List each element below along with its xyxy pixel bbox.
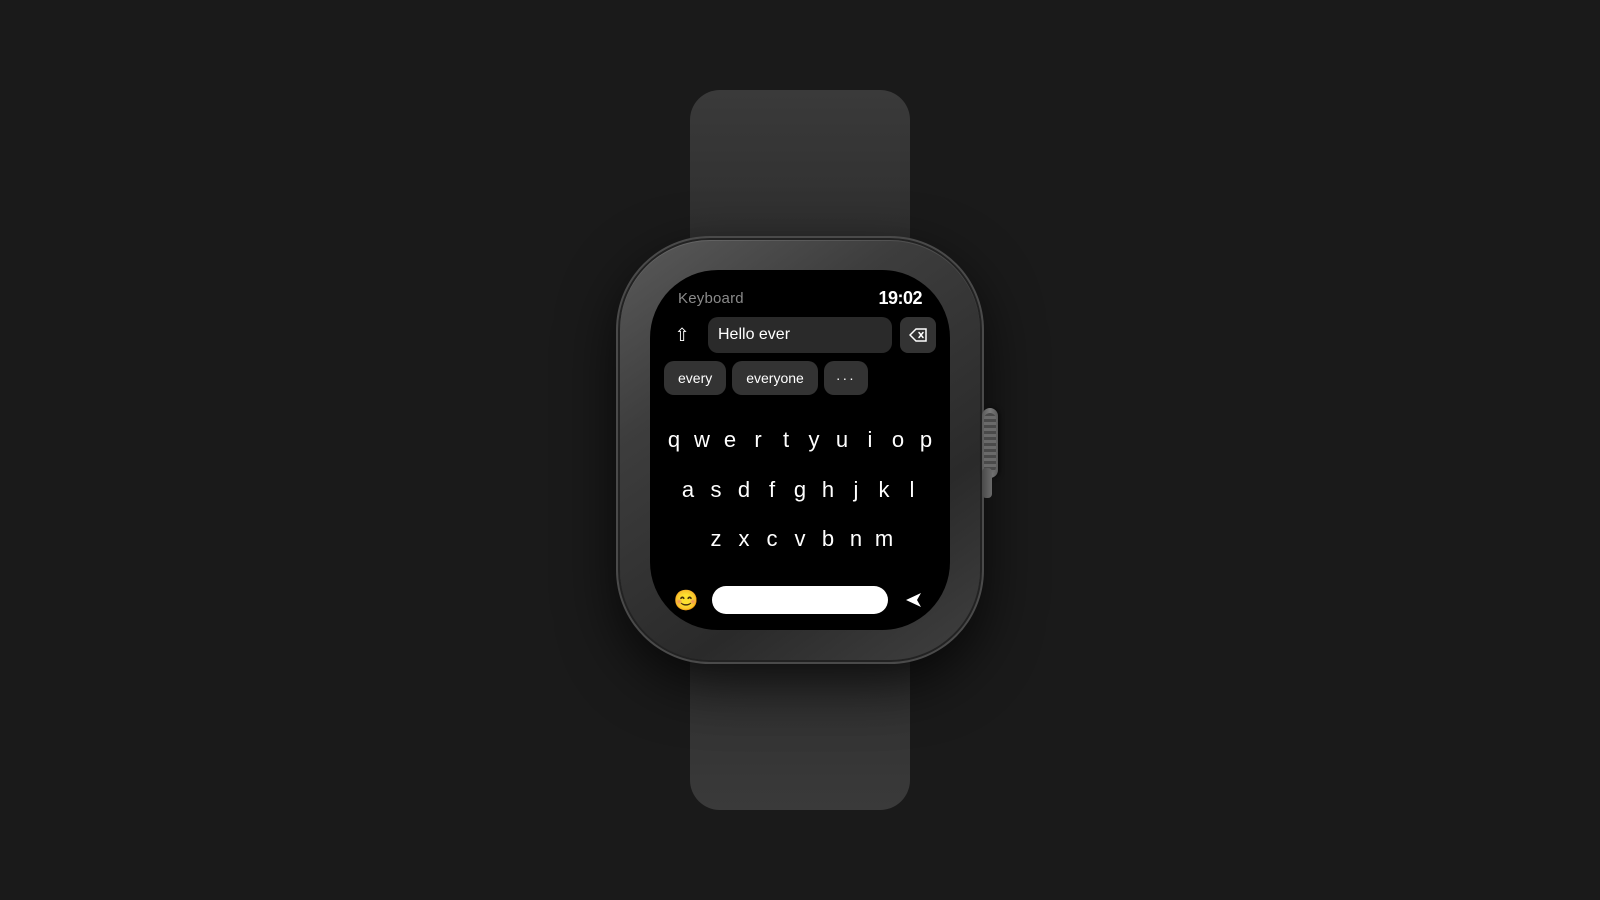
watch-scene: Keyboard 19:02 ⇧ Hello ever every every xyxy=(500,90,1100,810)
key-d[interactable]: d xyxy=(731,475,757,505)
key-a[interactable]: a xyxy=(675,475,701,505)
key-v[interactable]: v xyxy=(787,524,813,554)
watch-case: Keyboard 19:02 ⇧ Hello ever every every xyxy=(620,240,980,660)
key-l[interactable]: l xyxy=(899,475,925,505)
clock-time: 19:02 xyxy=(878,288,922,309)
key-y[interactable]: y xyxy=(801,425,827,455)
spacebar[interactable] xyxy=(712,586,888,614)
backspace-icon xyxy=(909,328,927,342)
text-field[interactable]: Hello ever xyxy=(708,317,892,353)
key-row-3: z x c v b n m xyxy=(658,524,942,554)
autocomplete-chip-every[interactable]: every xyxy=(664,361,726,395)
watch-side-button xyxy=(982,468,992,498)
key-n[interactable]: n xyxy=(843,524,869,554)
key-row-2: a s d f g h j k l xyxy=(658,475,942,505)
watch-band-top xyxy=(690,90,910,250)
key-t[interactable]: t xyxy=(773,425,799,455)
key-q[interactable]: q xyxy=(661,425,687,455)
backspace-button[interactable] xyxy=(900,317,936,353)
key-p[interactable]: p xyxy=(913,425,939,455)
key-c[interactable]: c xyxy=(759,524,785,554)
key-w[interactable]: w xyxy=(689,425,715,455)
app-title: Keyboard xyxy=(678,290,744,307)
shift-button[interactable]: ⇧ xyxy=(664,317,700,353)
key-s[interactable]: s xyxy=(703,475,729,505)
emoji-button[interactable]: 😊 xyxy=(670,584,702,616)
autocomplete-chip-everyone[interactable]: everyone xyxy=(732,361,818,395)
key-i[interactable]: i xyxy=(857,425,883,455)
send-button[interactable] xyxy=(898,584,930,616)
autocomplete-chip-more[interactable]: ··· xyxy=(824,361,868,395)
key-z[interactable]: z xyxy=(703,524,729,554)
status-bar: Keyboard 19:02 xyxy=(650,270,950,317)
watch-band-bottom xyxy=(690,650,910,810)
key-j[interactable]: j xyxy=(843,475,869,505)
key-h[interactable]: h xyxy=(815,475,841,505)
input-row: ⇧ Hello ever xyxy=(650,317,950,353)
key-f[interactable]: f xyxy=(759,475,785,505)
autocomplete-row: every everyone ··· xyxy=(650,361,950,395)
key-o[interactable]: o xyxy=(885,425,911,455)
key-x[interactable]: x xyxy=(731,524,757,554)
watch-screen: Keyboard 19:02 ⇧ Hello ever every every xyxy=(650,270,950,630)
key-m[interactable]: m xyxy=(871,524,897,554)
key-k[interactable]: k xyxy=(871,475,897,505)
key-u[interactable]: u xyxy=(829,425,855,455)
key-r[interactable]: r xyxy=(745,425,771,455)
keyboard-area: q w e r t y u i o p a s d f g h xyxy=(650,401,950,578)
send-icon xyxy=(903,590,925,610)
key-e[interactable]: e xyxy=(717,425,743,455)
bottom-bar: 😊 xyxy=(650,578,950,630)
key-b[interactable]: b xyxy=(815,524,841,554)
key-row-1: q w e r t y u i o p xyxy=(658,425,942,455)
key-g[interactable]: g xyxy=(787,475,813,505)
